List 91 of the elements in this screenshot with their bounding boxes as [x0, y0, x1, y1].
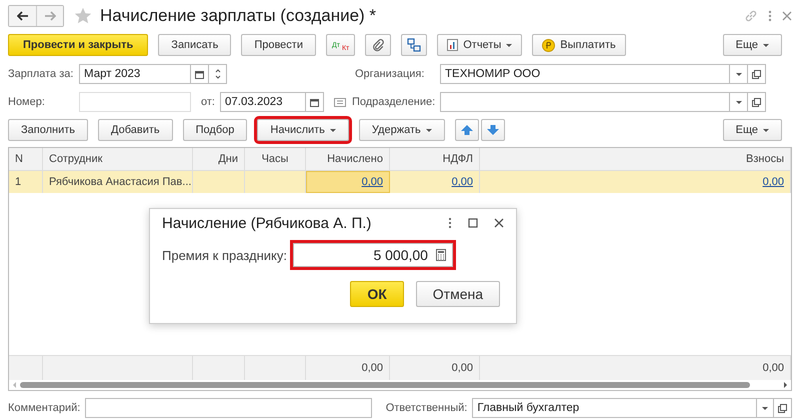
- table-cell: Рябчикова Анастасия Пав...: [49, 176, 192, 188]
- reports-button[interactable]: Отчеты: [437, 34, 522, 56]
- coin-icon: [542, 38, 556, 52]
- table-button[interactable]: Заполнить: [8, 119, 88, 141]
- field-label: Организация:: [355, 68, 426, 80]
- column-header[interactable]: Дни: [193, 148, 245, 170]
- open-window-icon: [752, 98, 762, 106]
- back-button[interactable]: [9, 6, 36, 26]
- dropdown-button[interactable]: [730, 64, 748, 84]
- date-field[interactable]: 07.03.2023: [220, 92, 306, 112]
- field-label: Номер:: [8, 96, 46, 108]
- total-cell: 0,00: [762, 362, 784, 374]
- calculator-icon: [436, 249, 446, 261]
- caret-icon: [763, 44, 769, 46]
- amount-field[interactable]: 5 000,00: [292, 243, 453, 267]
- department-field[interactable]: [440, 92, 730, 112]
- caret-icon: [763, 128, 769, 132]
- more-button[interactable]: Еще: [722, 119, 782, 141]
- more-button[interactable]: Еще: [722, 34, 782, 56]
- down-arrow-icon: [486, 125, 499, 135]
- field-label: Подразделение:: [352, 96, 436, 108]
- open-window-icon: [752, 70, 761, 78]
- up-down-icon: [214, 68, 220, 80]
- open-button[interactable]: [748, 92, 766, 112]
- spinner-button[interactable]: [209, 64, 227, 84]
- calendar-icon: [310, 98, 319, 106]
- field-label: от:: [201, 96, 215, 108]
- comment-field[interactable]: [85, 398, 372, 418]
- dropdown-button[interactable]: [730, 92, 748, 112]
- table-cell: 1: [15, 176, 22, 188]
- field-label: Премия к празднику:: [162, 248, 287, 262]
- comment-icon[interactable]: [334, 98, 346, 106]
- open-window-icon: [778, 404, 788, 412]
- field-label: Комментарий:: [8, 402, 80, 414]
- dialog-title: Начисление (Рябчикова А. П.): [162, 214, 372, 232]
- window-title: Начисление зарплаты (создание) *: [100, 6, 376, 26]
- calendar-button[interactable]: [306, 92, 324, 112]
- caret-icon: [506, 44, 512, 46]
- star-icon[interactable]: [74, 7, 92, 25]
- report-icon: [447, 39, 458, 51]
- toolbar-button[interactable]: Записать: [158, 34, 232, 56]
- total-cell: 0,00: [362, 362, 383, 374]
- column-header[interactable]: Взносы: [480, 148, 791, 170]
- column-header[interactable]: Часы: [245, 148, 306, 170]
- ok-button[interactable]: ОК: [350, 281, 404, 307]
- pay-button[interactable]: Выплатить: [532, 34, 626, 56]
- field-label: Зарплата за:: [8, 68, 74, 80]
- caret-icon: [736, 72, 742, 76]
- caret-icon: [330, 128, 336, 132]
- column-header[interactable]: N: [9, 148, 43, 170]
- structure-button[interactable]: [401, 34, 428, 56]
- column-header[interactable]: Начислено: [306, 148, 390, 170]
- open-button[interactable]: [748, 64, 766, 84]
- column-header[interactable]: Сотрудник: [43, 148, 193, 170]
- amount-link[interactable]: 0,00: [452, 176, 473, 188]
- open-button[interactable]: [774, 398, 792, 418]
- number-field[interactable]: [79, 92, 191, 112]
- close-icon[interactable]: [494, 218, 504, 228]
- structure-icon: [407, 38, 422, 52]
- more-icon[interactable]: [448, 217, 452, 229]
- amount-link[interactable]: 0,00: [362, 176, 383, 188]
- right-arrow-icon: [44, 11, 56, 21]
- table-button[interactable]: Добавить: [98, 119, 173, 141]
- move-down-button[interactable]: [480, 119, 505, 141]
- left-arrow-icon: [16, 11, 28, 21]
- column-header[interactable]: НДФЛ: [390, 148, 480, 170]
- responsible-field[interactable]: Главный бухгалтер: [472, 398, 757, 418]
- caret-icon: [736, 100, 742, 104]
- field-label: Ответственный:: [386, 402, 468, 414]
- up-arrow-icon: [460, 125, 473, 135]
- table-button[interactable]: Подбор: [182, 119, 248, 141]
- more-icon[interactable]: [768, 10, 772, 22]
- menu-button[interactable]: Удержать: [358, 119, 445, 141]
- table-row[interactable]: 1 Рябчикова Анастасия Пав... 0,00 0,00 0,00: [9, 171, 791, 193]
- maximize-icon[interactable]: [468, 218, 478, 228]
- organization-field[interactable]: ТЕХНОМИР ООО: [440, 64, 730, 84]
- month-field[interactable]: Март 2023: [79, 64, 191, 84]
- total-cell: 0,00: [452, 362, 473, 374]
- caret-icon: [762, 406, 768, 410]
- amount-link[interactable]: 0,00: [762, 176, 784, 188]
- menu-button[interactable]: Начислить: [257, 119, 349, 141]
- calendar-button[interactable]: [191, 64, 209, 84]
- post-and-close-button[interactable]: Провести и закрыть: [8, 34, 148, 56]
- cancel-button[interactable]: Отмена: [416, 281, 500, 307]
- paperclip-icon: [371, 38, 386, 52]
- toolbar-button[interactable]: Провести: [241, 34, 316, 56]
- move-up-button[interactable]: [454, 119, 479, 141]
- dropdown-button[interactable]: [756, 398, 774, 418]
- attach-button[interactable]: [365, 34, 392, 56]
- caret-icon: [426, 128, 432, 132]
- calendar-icon: [195, 70, 204, 78]
